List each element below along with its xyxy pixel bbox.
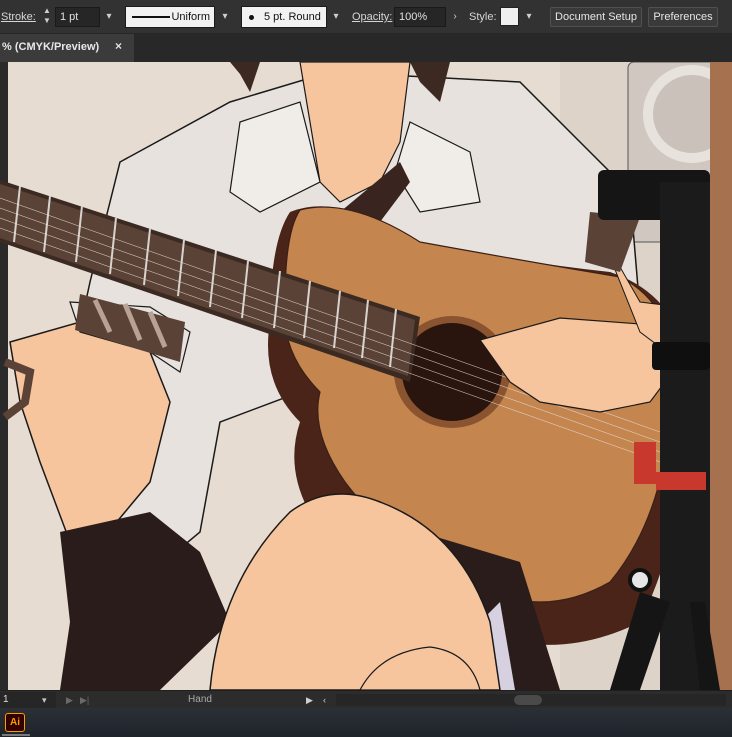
style-chevron-down-icon[interactable]: ▾ <box>520 7 538 27</box>
status-menu-arrow-icon[interactable]: ▶ <box>306 692 313 708</box>
document-tab[interactable]: % (CMYK/Preview) × <box>0 34 134 62</box>
document-setup-button[interactable]: Document Setup <box>550 7 642 27</box>
current-tool-label: Hand <box>188 694 212 705</box>
opacity-field[interactable]: 100% <box>394 7 446 27</box>
variable-width-profile[interactable]: Uniform <box>125 6 215 28</box>
illustrator-app-icon[interactable]: Ai <box>5 713 25 732</box>
artboard-last-icon[interactable]: ▶| <box>80 692 89 708</box>
control-bar: Stroke: ▲ ▼ 1 pt ▾ Uniform ▾ 5 pt. Round … <box>0 0 732 34</box>
profile-chevron-down-icon[interactable]: ▾ <box>216 7 234 27</box>
horizontal-scrollbar[interactable] <box>336 694 726 706</box>
preferences-button[interactable]: Preferences <box>648 7 718 27</box>
opacity-chevron-right-icon[interactable]: › <box>446 7 464 27</box>
scrollbar-thumb[interactable] <box>514 695 542 705</box>
stroke-weight-stepper-icon[interactable]: ▲ ▼ <box>40 6 54 28</box>
artwork-illustration <box>0 62 732 690</box>
artboard-canvas[interactable] <box>0 62 732 690</box>
brush-chevron-down-icon[interactable]: ▾ <box>327 7 345 27</box>
close-icon[interactable]: × <box>115 39 122 53</box>
zoom-field[interactable]: 1 <box>0 692 56 708</box>
brush-definition[interactable]: 5 pt. Round <box>241 6 327 28</box>
status-bar: 1 ▾ ▶ ▶| Hand ▶ ‹ <box>0 690 732 708</box>
document-tab-strip: % (CMYK/Preview) × <box>0 34 732 62</box>
stroke-line-icon <box>132 16 170 18</box>
graphic-style-swatch[interactable] <box>500 7 519 26</box>
style-label: Style: <box>469 11 497 23</box>
taskbar: Ai <box>0 708 732 737</box>
zoom-chevron-down-icon[interactable]: ▾ <box>42 692 47 708</box>
scroll-left-arrow-icon[interactable]: ‹ <box>323 692 326 708</box>
active-app-indicator <box>2 734 30 736</box>
stroke-weight-field[interactable]: 1 pt <box>55 7 100 27</box>
stroke-label[interactable]: Stroke: <box>1 0 36 34</box>
artboard-prev-icon[interactable]: ▶ <box>66 692 73 708</box>
opacity-label[interactable]: Opacity: <box>352 0 392 34</box>
stroke-weight-chevron-down-icon[interactable]: ▾ <box>100 7 118 27</box>
brush-dot-icon <box>249 15 254 20</box>
